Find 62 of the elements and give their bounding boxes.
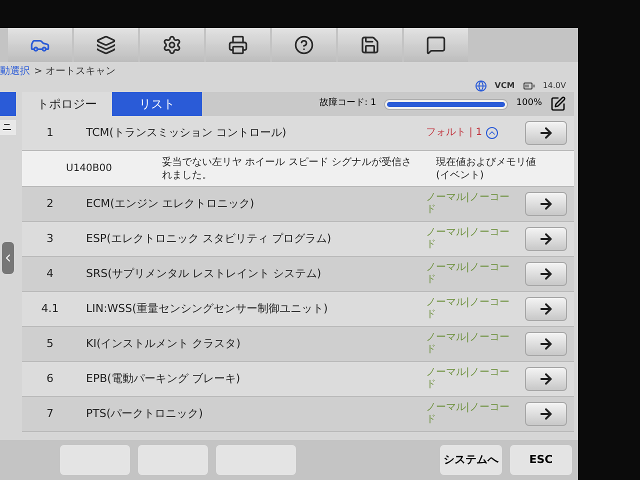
module-status: フォルト | 1 [426, 127, 482, 139]
toolbar-button[interactable] [272, 28, 336, 62]
tab[interactable]: トポロジー [22, 92, 112, 116]
breadcrumb-link[interactable]: 動選択 [0, 64, 30, 78]
module-name[interactable]: LIN:WSS(重量センシングセンサー制御ユニット) [78, 300, 426, 318]
module-status: ノーマル|ノーコード [426, 367, 510, 391]
chat-icon [426, 35, 446, 55]
bottom-button[interactable]: ESC [510, 445, 572, 475]
collapse-icon[interactable] [486, 127, 498, 139]
module-status: ノーマル|ノーコード [426, 192, 510, 216]
tab[interactable]: リスト [112, 92, 202, 116]
row-number: 4 [46, 266, 54, 282]
module-name[interactable]: ESP(エレクトロニック スタビリティ プログラム) [78, 230, 426, 248]
fault-description: 妥当でない左リヤ ホイール スピード シグナルが受信されました。 [162, 156, 412, 182]
row-number: 1 [46, 124, 54, 141]
open-button[interactable] [525, 402, 567, 426]
voltage-reading: 14.0V [542, 80, 566, 92]
printer-icon [228, 35, 248, 55]
module-name[interactable]: SRS(サプリメンタル レストレイント システム) [78, 266, 426, 282]
module-status: ノーマル|ノーコード [426, 297, 510, 321]
edit-icon[interactable] [550, 96, 566, 112]
bottom-button[interactable]: システムへ [440, 445, 502, 475]
open-button[interactable] [525, 227, 567, 251]
save-icon [360, 35, 380, 55]
open-button[interactable] [525, 297, 567, 321]
progress-percent: 100% [516, 97, 542, 110]
row-number: 6 [46, 370, 54, 387]
open-button[interactable] [525, 121, 567, 145]
module-status: ノーマル|ノーコード [426, 262, 510, 286]
open-button[interactable] [525, 367, 567, 391]
sidebar-label: ニ [0, 120, 16, 135]
module-status: ノーマル|ノーコード [426, 332, 510, 356]
open-button[interactable] [525, 262, 567, 286]
toolbar-button[interactable] [74, 28, 138, 62]
module-name[interactable]: KI(インストルメント クラスタ) [78, 336, 426, 352]
row-number: 4.1 [40, 300, 60, 317]
module-status: ノーマル|ノーコード [426, 227, 510, 251]
toolbar-button[interactable] [404, 28, 468, 62]
help-icon [294, 35, 314, 55]
row-number: 7 [46, 406, 54, 422]
collapse-handle[interactable] [2, 242, 14, 274]
module-status: ノーマル|ノーコード [426, 402, 510, 426]
module-name[interactable]: EPB(電動パーキング ブレーキ) [78, 370, 426, 388]
module-name[interactable]: ECM(エンジン エレクトロニック) [78, 196, 426, 212]
settings-icon [162, 35, 182, 55]
module-name[interactable]: TCM(トランスミッション コントロール) [78, 124, 426, 142]
module-name[interactable]: PTS(パークトロニック) [78, 406, 426, 422]
open-button[interactable] [525, 332, 567, 356]
fault-type: 現在値およびメモリ値(イベント) [436, 156, 536, 182]
row-number: 3 [46, 230, 54, 247]
breadcrumb-current: > オートスキャン [34, 64, 116, 78]
fault-code-count: 故障コード: 1 [320, 97, 376, 110]
vci-label: VCM [494, 80, 515, 92]
toolbar-button[interactable] [140, 28, 204, 62]
open-button[interactable] [525, 192, 567, 216]
globe-icon [474, 80, 487, 92]
row-number: 5 [46, 336, 54, 352]
toolbar-button[interactable] [338, 28, 402, 62]
fault-code: U140B00 [65, 162, 113, 176]
battery-icon [522, 80, 535, 92]
toolbar-button[interactable] [206, 28, 270, 62]
row-number: 2 [46, 196, 54, 212]
